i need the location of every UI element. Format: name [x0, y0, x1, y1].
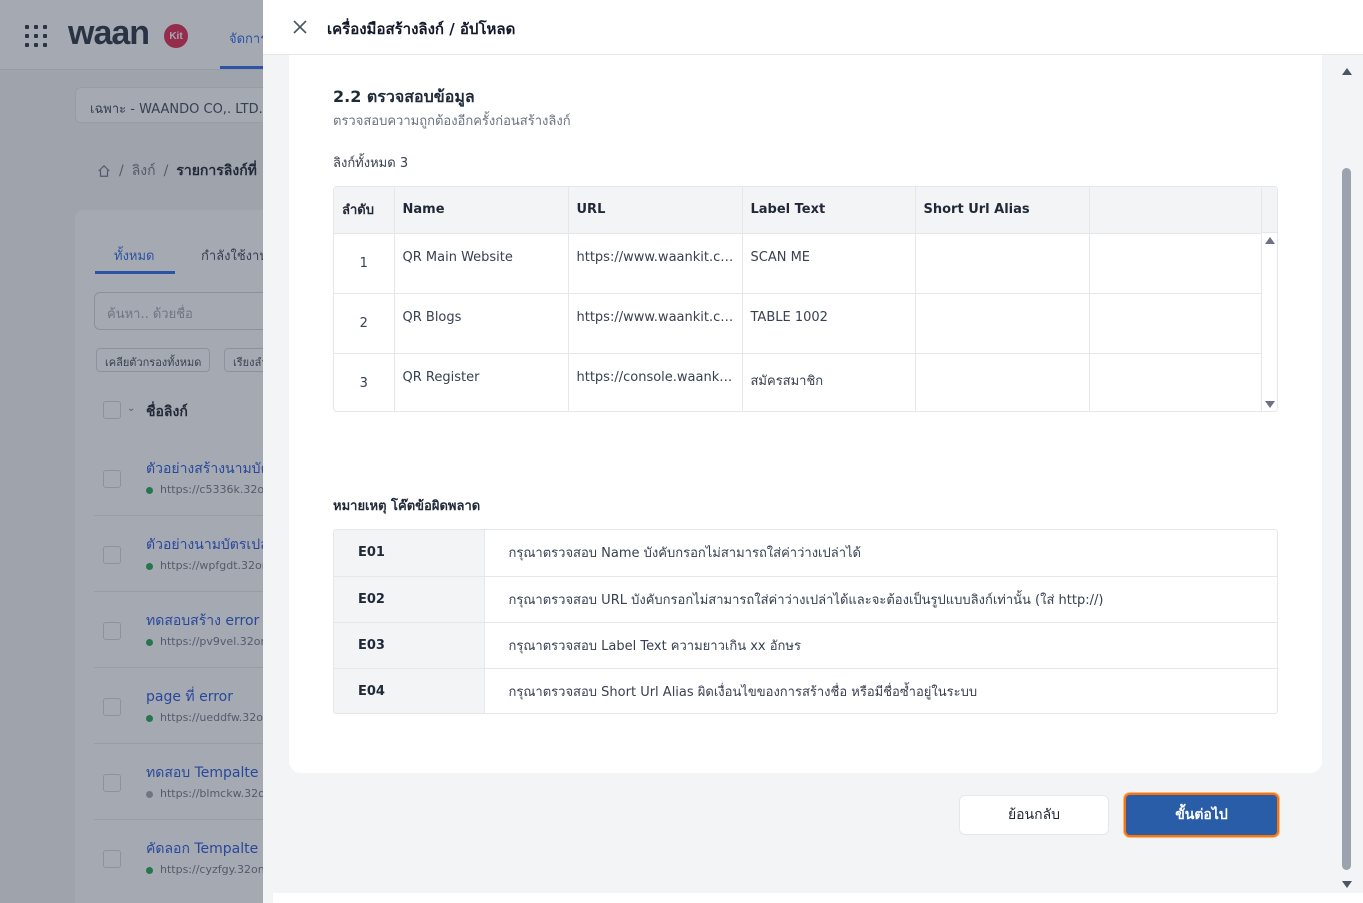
cell-name: QR Main Website: [394, 233, 569, 294]
cell-label-text: SCAN ME: [742, 233, 916, 294]
col-header-index: ลำดับ: [334, 187, 395, 234]
upload-drawer: เครื่องมือสร้างลิงก์ / อัปโหลด 2.2 ตรวจส…: [263, 0, 1363, 903]
error-row: E04 กรุณาตรวจสอบ Short Url Alias ผิดเงื่…: [334, 668, 1277, 713]
scroll-up-icon[interactable]: [1342, 68, 1352, 75]
cell-url: https://console.waankit....: [568, 353, 743, 411]
drawer-body: 2.2 ตรวจสอบข้อมูล ตรวจสอบความถูกต้องอีกค…: [273, 55, 1341, 893]
drawer-title: เครื่องมือสร้างลิงก์ / อัปโหลด: [327, 20, 516, 38]
cell-short-url-alias: [915, 233, 1090, 294]
review-card: 2.2 ตรวจสอบข้อมูล ตรวจสอบความถูกต้องอีกค…: [289, 55, 1322, 773]
cell-url: https://www.waankit.co...: [568, 293, 743, 354]
error-code: E02: [334, 576, 485, 623]
error-row: E01 กรุณาตรวจสอบ Name บังคับกรอกไม่สามาร…: [334, 530, 1277, 577]
cell-extra: [1089, 233, 1264, 294]
error-row: E03 กรุณาตรวจสอบ Label Text ความยาวเกิน …: [334, 622, 1277, 669]
error-codes-grid: E01 กรุณาตรวจสอบ Name บังคับกรอกไม่สามาร…: [334, 530, 1277, 713]
links-table-grid: ลำดับ Name URL Label Text Short Url Alia…: [334, 187, 1264, 411]
error-code: E04: [334, 668, 485, 713]
table-scrollbar-header: [1262, 187, 1277, 233]
error-message: กรุณาตรวจสอบ URL บังคับกรอกไม่สามารถใส่ค…: [484, 576, 1277, 623]
cell-index: 3: [334, 353, 395, 411]
total-links-count: ลิงก์ทั้งหมด 3: [333, 156, 409, 171]
table-header-row: ลำดับ Name URL Label Text Short Url Alia…: [334, 187, 1264, 234]
scrollbar-thumb[interactable]: [1342, 168, 1351, 870]
table-scrollbar[interactable]: [1261, 187, 1277, 411]
error-message: กรุณาตรวจสอบ Label Text ความยาวเกิน xx อ…: [484, 622, 1277, 669]
cell-index: 2: [334, 293, 395, 354]
col-header-short-url-alias: Short Url Alias: [915, 187, 1090, 234]
cell-label-text: TABLE 1002: [742, 293, 916, 354]
scroll-down-icon[interactable]: [1265, 401, 1275, 408]
col-header-url: URL: [568, 187, 743, 234]
section-title: 2.2 ตรวจสอบข้อมูล: [333, 87, 475, 106]
cell-url: https://www.waankit.co...: [568, 233, 743, 294]
col-header-name: Name: [394, 187, 569, 234]
cell-name: QR Register: [394, 353, 569, 411]
close-icon[interactable]: [292, 19, 308, 35]
error-row: E02 กรุณาตรวจสอบ URL บังคับกรอกไม่สามารถ…: [334, 576, 1277, 623]
section-subtitle: ตรวจสอบความถูกต้องอีกครั้งก่อนสร้างลิงก์: [333, 114, 571, 129]
error-codes-title: หมายเหตุ โค๊ตข้อผิดพลาด: [333, 499, 481, 514]
links-table: ลำดับ Name URL Label Text Short Url Alia…: [333, 186, 1278, 412]
cell-label-text: สมัครสมาชิก: [742, 353, 916, 411]
table-row: 1 QR Main Website https://www.waankit.co…: [334, 233, 1264, 294]
col-header-label-text: Label Text: [742, 187, 916, 234]
table-row: 2 QR Blogs https://www.waankit.co... TAB…: [334, 293, 1264, 354]
cell-extra: [1089, 293, 1264, 354]
drawer-scrollbar[interactable]: [1340, 63, 1354, 893]
scroll-up-icon[interactable]: [1265, 237, 1275, 244]
cell-extra: [1089, 353, 1264, 411]
table-row: 3 QR Register https://console.waankit...…: [334, 353, 1264, 411]
drawer-footer-strip: [273, 893, 1363, 903]
scroll-down-icon[interactable]: [1342, 881, 1352, 888]
cell-short-url-alias: [915, 353, 1090, 411]
error-code: E03: [334, 622, 485, 669]
error-code: E01: [334, 530, 485, 577]
cell-short-url-alias: [915, 293, 1090, 354]
cell-name: QR Blogs: [394, 293, 569, 354]
cell-index: 1: [334, 233, 395, 294]
error-message: กรุณาตรวจสอบ Short Url Alias ผิดเงื่อนไข…: [508, 684, 978, 700]
col-header-extra: [1089, 187, 1264, 234]
next-step-button[interactable]: ขั้นต่อไป: [1124, 793, 1279, 837]
error-codes-table: E01 กรุณาตรวจสอบ Name บังคับกรอกไม่สามาร…: [333, 529, 1278, 714]
error-message: กรุณาตรวจสอบ Name บังคับกรอกไม่สามารถใส่…: [484, 530, 1277, 577]
back-button[interactable]: ย้อนกลับ: [959, 795, 1109, 835]
drawer-header: เครื่องมือสร้างลิงก์ / อัปโหลด: [263, 0, 1363, 55]
